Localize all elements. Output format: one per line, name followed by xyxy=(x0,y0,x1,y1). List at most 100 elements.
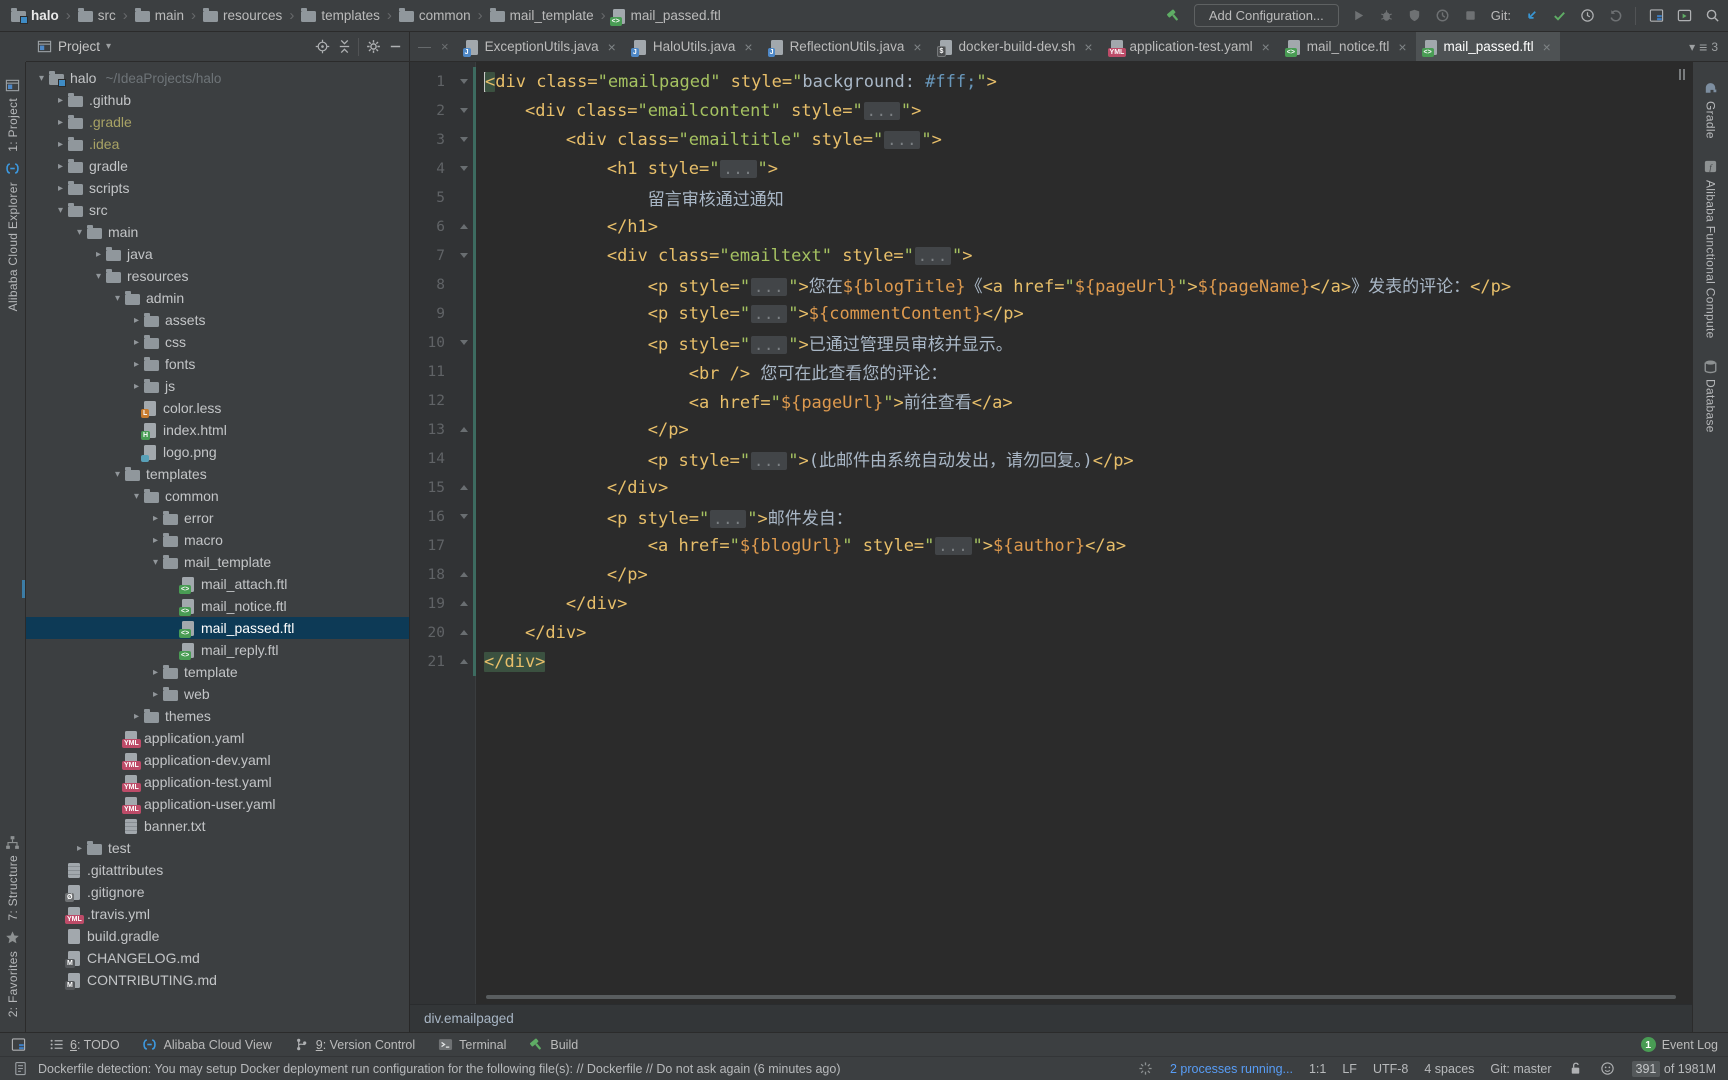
code-line-12[interactable]: 12 <a href="${pageUrl}">前往查看</a> xyxy=(410,386,1678,415)
status-message[interactable]: Dockerfile detection: You may setup Dock… xyxy=(38,1062,841,1076)
tree-arrow-icon[interactable]: ▾ xyxy=(110,293,125,304)
tree-arrow-icon[interactable]: ▸ xyxy=(53,95,68,106)
tree-item-CONTRIBUTING.md[interactable]: M CONTRIBUTING.md xyxy=(26,969,409,991)
close-icon[interactable]: × xyxy=(608,39,616,55)
close-icon[interactable]: × xyxy=(1543,39,1551,55)
tree-arrow-icon[interactable]: ▸ xyxy=(129,711,144,722)
tree-arrow-icon[interactable]: ▾ xyxy=(91,271,106,282)
tree-item-assets[interactable]: ▸ assets xyxy=(26,309,409,331)
tree-item-application-user.yaml[interactable]: YML application-user.yaml xyxy=(26,793,409,815)
tree-arrow-icon[interactable]: ▾ xyxy=(72,227,87,238)
tree-arrow-icon[interactable]: ▸ xyxy=(53,161,68,172)
tree-item-application.yaml[interactable]: YML application.yaml xyxy=(26,727,409,749)
stripe-button-1: Project[interactable]: 1: Project xyxy=(5,77,21,152)
toolbar-button-6: TODO[interactable]: 6: TODO xyxy=(48,1037,120,1053)
toolbar-button-Build[interactable]: Build xyxy=(528,1037,578,1053)
tree-arrow-icon[interactable]: ▸ xyxy=(129,381,144,392)
panel-title[interactable]: Project xyxy=(58,39,100,54)
code-editor[interactable]: 1 <div class="emailpaged" style="backgrou… xyxy=(410,62,1692,1032)
coverage-icon[interactable] xyxy=(1407,8,1423,24)
fold-marker-icon[interactable] xyxy=(455,340,473,345)
code-line-10[interactable]: 10 <p style="... ">已通过管理员审核并显示。 xyxy=(410,328,1678,357)
breadcrumb-item-main[interactable]: main xyxy=(132,6,187,25)
git-commit-icon[interactable] xyxy=(1551,8,1567,24)
code-line-4[interactable]: 4 <h1 style="... "> xyxy=(410,154,1678,183)
caret-position[interactable]: 1:1 xyxy=(1309,1062,1326,1076)
stripe-button-Alibaba Cloud Explorer[interactable]: Alibaba Cloud Explorer xyxy=(5,161,21,311)
tree-item-application-dev.yaml[interactable]: YML application-dev.yaml xyxy=(26,749,409,771)
tree-arrow-icon[interactable]: ▸ xyxy=(72,843,87,854)
breadcrumb-item-mail_passed.ftl[interactable]: <> mail_passed.ftl xyxy=(609,6,724,26)
tree-item-template[interactable]: ▸ template xyxy=(26,661,409,683)
tree-item-macro[interactable]: ▸ macro xyxy=(26,529,409,551)
stripe-button-Alibaba Functional Compute[interactable]: f Alibaba Functional Compute xyxy=(1703,159,1719,338)
fold-marker-icon[interactable] xyxy=(455,659,473,664)
tree-arrow-icon[interactable]: ▾ xyxy=(110,469,125,480)
fold-marker-icon[interactable] xyxy=(455,427,473,432)
code-line-15[interactable]: 15 </div> xyxy=(410,473,1678,502)
tree-arrow-icon[interactable]: ▸ xyxy=(129,315,144,326)
processes-running-link[interactable]: 2 processes running... xyxy=(1170,1062,1293,1076)
run-icon[interactable] xyxy=(1351,8,1367,24)
tree-item-mail_attach.ftl[interactable]: <> mail_attach.ftl xyxy=(26,573,409,595)
unlock-icon[interactable] xyxy=(1568,1061,1584,1077)
code-lines[interactable]: 1 <div class="emailpaged" style="backgrou… xyxy=(410,67,1678,676)
run-window-icon[interactable] xyxy=(1676,8,1692,24)
tree-item-themes[interactable]: ▸ themes xyxy=(26,705,409,727)
tree-item-admin[interactable]: ▾ admin xyxy=(26,287,409,309)
tree-arrow-icon[interactable]: ▾ xyxy=(129,491,144,502)
tree-arrow-icon[interactable]: ▾ xyxy=(53,205,68,216)
code-line-17[interactable]: 17 <a href="${blogUrl}" style="... ">${au… xyxy=(410,531,1678,560)
code-line-2[interactable]: 2 <div class="emailcontent" style="... "> xyxy=(410,96,1678,125)
fold-marker-icon[interactable] xyxy=(455,224,473,229)
hector-inspector-icon[interactable] xyxy=(1600,1061,1616,1077)
breadcrumb-item-resources[interactable]: resources xyxy=(200,6,285,25)
code-line-21[interactable]: 21 </div> xyxy=(410,647,1678,676)
editor-breadcrumb[interactable]: div.emailpaged xyxy=(410,1004,1692,1032)
fold-marker-icon[interactable] xyxy=(455,485,473,490)
toolbar-button-Terminal[interactable]: Terminal xyxy=(437,1037,506,1053)
tree-item-common[interactable]: ▾ common xyxy=(26,485,409,507)
tab-docker-build-dev.sh[interactable]: $ docker-build-dev.sh × xyxy=(931,32,1102,61)
tree-item-.github[interactable]: ▸ .github xyxy=(26,89,409,111)
fold-marker-icon[interactable] xyxy=(455,601,473,606)
project-tree-panel[interactable]: ▾ halo ~/IdeaProjects/halo ▸ .github ▸ .gradle… xyxy=(26,62,410,1032)
tree-item-color.less[interactable]: Lcolor.less xyxy=(26,397,409,419)
breadcrumb-item-templates[interactable]: templates xyxy=(298,6,383,25)
run-configurations-select[interactable]: Add Configuration... xyxy=(1193,4,1339,27)
fold-marker-icon[interactable] xyxy=(455,108,473,113)
tree-item-mail_template[interactable]: ▾ mail_template xyxy=(26,551,409,573)
stop-icon[interactable] xyxy=(1463,8,1479,24)
close-icon[interactable]: × xyxy=(913,39,921,55)
tree-arrow-icon[interactable]: ▸ xyxy=(148,689,163,700)
tree-item-mail_reply.ftl[interactable]: <> mail_reply.ftl xyxy=(26,639,409,661)
tab-mail_passed.ftl[interactable]: <> mail_passed.ftl × xyxy=(1415,32,1560,61)
fold-marker-icon[interactable] xyxy=(455,166,473,171)
tree-arrow-icon[interactable]: ▸ xyxy=(129,337,144,348)
tree-item-.travis.yml[interactable]: YML .travis.yml xyxy=(26,903,409,925)
tree-item-.gitattributes[interactable]: .gitattributes xyxy=(26,859,409,881)
horizontal-scrollbar[interactable] xyxy=(486,995,1676,999)
close-icon[interactable]: × xyxy=(1398,39,1406,55)
tree-item-css[interactable]: ▸ css xyxy=(26,331,409,353)
tab-HaloUtils.java[interactable]: J HaloUtils.java × xyxy=(625,32,762,61)
breadcrumb-item-src[interactable]: src xyxy=(75,6,119,25)
stripe-button-2: Favorites[interactable]: 2: Favorites xyxy=(5,930,21,1017)
tree-arrow-icon[interactable]: ▸ xyxy=(148,667,163,678)
tree-item-.idea[interactable]: ▸ .idea xyxy=(26,133,409,155)
git-branch[interactable]: Git: master xyxy=(1490,1062,1551,1076)
tree-item-resources[interactable]: ▾ resources xyxy=(26,265,409,287)
close-icon[interactable]: × xyxy=(744,39,752,55)
tree-item-mail_notice.ftl[interactable]: <> mail_notice.ftl xyxy=(26,595,409,617)
tree-item-CHANGELOG.md[interactable]: M CHANGELOG.md xyxy=(26,947,409,969)
tree-item-index.html[interactable]: Hindex.html xyxy=(26,419,409,441)
code-line-9[interactable]: 9 <p style="... ">${commentContent}</p> xyxy=(410,299,1678,328)
fold-marker-icon[interactable] xyxy=(455,79,473,84)
git-update-icon[interactable] xyxy=(1523,8,1539,24)
tree-item-java[interactable]: ▸ java xyxy=(26,243,409,265)
tree-arrow-icon[interactable]: ▸ xyxy=(91,249,106,260)
breadcrumb-item-halo[interactable]: halo xyxy=(8,6,62,25)
code-line-20[interactable]: 20 </div> xyxy=(410,618,1678,647)
fold-marker-icon[interactable] xyxy=(455,253,473,258)
fold-marker-icon[interactable] xyxy=(455,630,473,635)
